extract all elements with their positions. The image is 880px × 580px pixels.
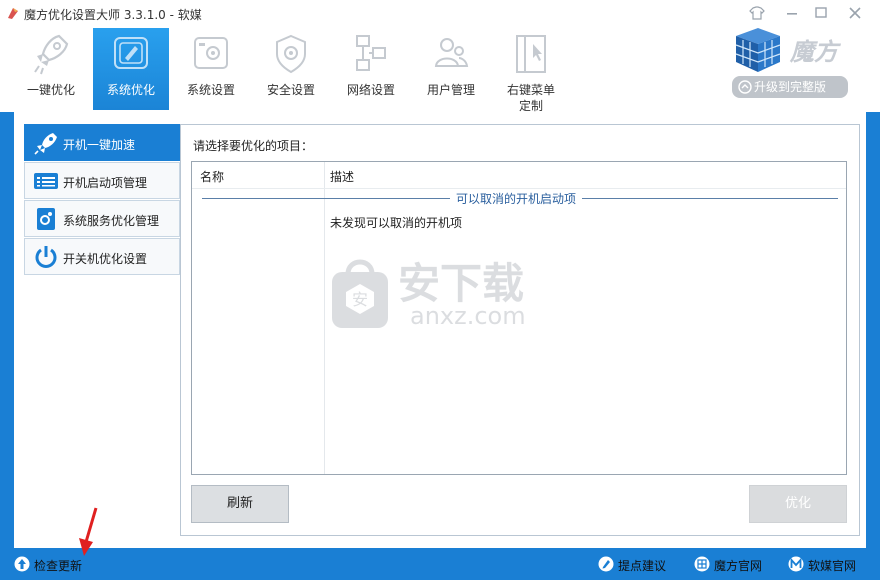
tab-system-settings[interactable]: 系统设置 bbox=[173, 28, 249, 110]
feedback-label: 提点建议 bbox=[618, 559, 667, 573]
tab-security-settings[interactable]: 安全设置 bbox=[253, 28, 329, 110]
ruanmei-site-label: 软媒官网 bbox=[808, 559, 857, 573]
maximize-icon bbox=[815, 7, 827, 18]
svg-text:安: 安 bbox=[352, 290, 368, 309]
system-optimize-icon bbox=[114, 37, 148, 69]
maximize-button[interactable] bbox=[812, 5, 830, 21]
tab-label: 一键优化 bbox=[26, 83, 75, 97]
mofang-site-label: 魔方官网 bbox=[714, 559, 763, 573]
sidebar-item-service-optimization[interactable]: 系统服务优化管理 bbox=[24, 200, 180, 237]
refresh-button[interactable]: 刷新 bbox=[191, 485, 289, 523]
main-toolbar: 一键优化 系统优化 系统设置 安全设置 网络设置 用户管理 右键菜单 定制 bbox=[13, 28, 593, 113]
tab-label: 用户管理 bbox=[426, 83, 475, 97]
shield-gear-icon bbox=[276, 34, 306, 74]
rocket-icon bbox=[34, 34, 69, 75]
app-logo-icon bbox=[8, 8, 18, 19]
tab-label: 系统优化 bbox=[106, 83, 155, 97]
context-menu-icon bbox=[516, 35, 546, 73]
tab-context-menu[interactable]: 右键菜单 定制 bbox=[493, 28, 569, 113]
empty-message: 未发现可以取消的开机项 bbox=[330, 216, 463, 230]
tab-system-optimize[interactable]: 系统优化 bbox=[93, 28, 169, 110]
content-area: 开机一键加速 开机启动项管理 系统服务优化管理 开关机优化设置 请选择要优化的项… bbox=[14, 112, 866, 548]
header-area: 魔方优化设置大师 3.3.1.0 - 软媒 一键优化 系统优化 系统设置 安全设… bbox=[0, 0, 880, 113]
watermark-domain: anxz.com bbox=[410, 302, 526, 330]
users-icon bbox=[434, 38, 469, 67]
shopping-bag-icon: 安 bbox=[332, 259, 388, 328]
rocket-icon bbox=[34, 133, 57, 155]
tab-label: 右键菜单 定制 bbox=[506, 83, 555, 113]
service-gear-icon bbox=[37, 208, 55, 230]
grid-icon bbox=[694, 556, 710, 572]
shirt-icon bbox=[749, 6, 765, 20]
brand-area: 魔方 升级到完整版 bbox=[730, 24, 860, 100]
check-update-label: 检查更新 bbox=[34, 559, 83, 573]
minimize-button[interactable] bbox=[783, 5, 801, 21]
upload-arrow-icon bbox=[14, 556, 30, 572]
sidebar-item-label: 开机一键加速 bbox=[63, 138, 136, 152]
minimize-icon bbox=[787, 13, 797, 15]
tab-user-management[interactable]: 用户管理 bbox=[413, 28, 489, 110]
tab-label: 安全设置 bbox=[266, 83, 315, 97]
tab-one-key-optimize[interactable]: 一键优化 bbox=[13, 28, 89, 110]
watermark: 安 安下载 anxz.com bbox=[318, 248, 558, 334]
skin-button[interactable] bbox=[748, 5, 766, 21]
sidebar: 开机一键加速 开机启动项管理 系统服务优化管理 开关机优化设置 bbox=[24, 124, 187, 544]
app-window: 魔方优化设置大师 3.3.1.0 - 软媒 一键优化 系统优化 系统设置 安全设… bbox=[0, 0, 880, 580]
upgrade-arrow-icon bbox=[738, 80, 752, 94]
sidebar-item-label: 开机启动项管理 bbox=[63, 176, 148, 190]
sidebar-item-power-settings[interactable]: 开关机优化设置 bbox=[24, 238, 180, 275]
optimize-button: 优化 bbox=[749, 485, 847, 523]
mofang-cube-icon bbox=[735, 28, 781, 72]
system-settings-icon bbox=[194, 37, 228, 69]
brand-name: 魔方 bbox=[790, 37, 838, 66]
column-header-description[interactable]: 描述 bbox=[330, 168, 354, 185]
pen-icon bbox=[598, 556, 614, 572]
tab-label: 系统设置 bbox=[186, 83, 235, 97]
tab-label: 网络设置 bbox=[346, 83, 395, 97]
sidebar-item-boot-acceleration[interactable]: 开机一键加速 bbox=[24, 124, 180, 161]
ruanmei-logo-icon bbox=[788, 556, 804, 572]
sidebar-item-startup-management[interactable]: 开机启动项管理 bbox=[24, 162, 180, 199]
power-icon bbox=[35, 246, 57, 268]
upgrade-label: 升级到完整版 bbox=[754, 80, 827, 94]
close-button[interactable] bbox=[846, 5, 864, 21]
header-divider bbox=[192, 188, 846, 189]
startup-list-icon bbox=[34, 173, 58, 189]
close-icon bbox=[849, 7, 861, 19]
upgrade-button[interactable]: 升级到完整版 bbox=[732, 76, 848, 98]
status-bar: 检查更新 提点建议 魔方官网 软媒官网 bbox=[0, 548, 880, 580]
sidebar-item-label: 开关机优化设置 bbox=[63, 252, 148, 266]
group-header: 可以取消的开机启动项 bbox=[450, 190, 583, 207]
sidebar-item-label: 系统服务优化管理 bbox=[63, 214, 160, 228]
annotation-arrow-icon bbox=[79, 507, 98, 556]
column-header-name[interactable]: 名称 bbox=[200, 168, 224, 185]
network-icon bbox=[356, 35, 386, 71]
panel-prompt: 请选择要优化的项目： bbox=[193, 139, 314, 153]
window-title: 魔方优化设置大师 3.3.1.0 - 软媒 bbox=[24, 8, 202, 22]
tab-network-settings[interactable]: 网络设置 bbox=[333, 28, 409, 110]
